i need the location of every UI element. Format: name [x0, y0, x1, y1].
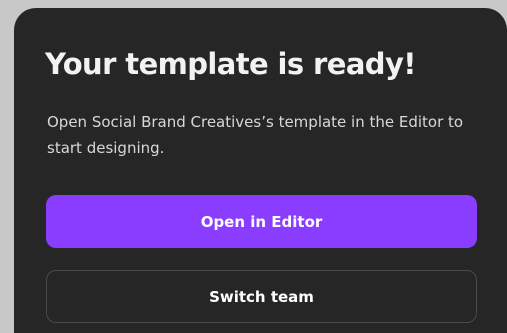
dialog-description: Open Social Brand Creatives’s template i… [47, 113, 464, 157]
template-ready-dialog: Your template is ready! Open Social Bran… [14, 8, 507, 333]
switch-team-button[interactable]: Switch team [46, 270, 477, 323]
open-in-editor-button[interactable]: Open in Editor [46, 195, 477, 248]
dialog-title: Your template is ready! [45, 47, 416, 81]
